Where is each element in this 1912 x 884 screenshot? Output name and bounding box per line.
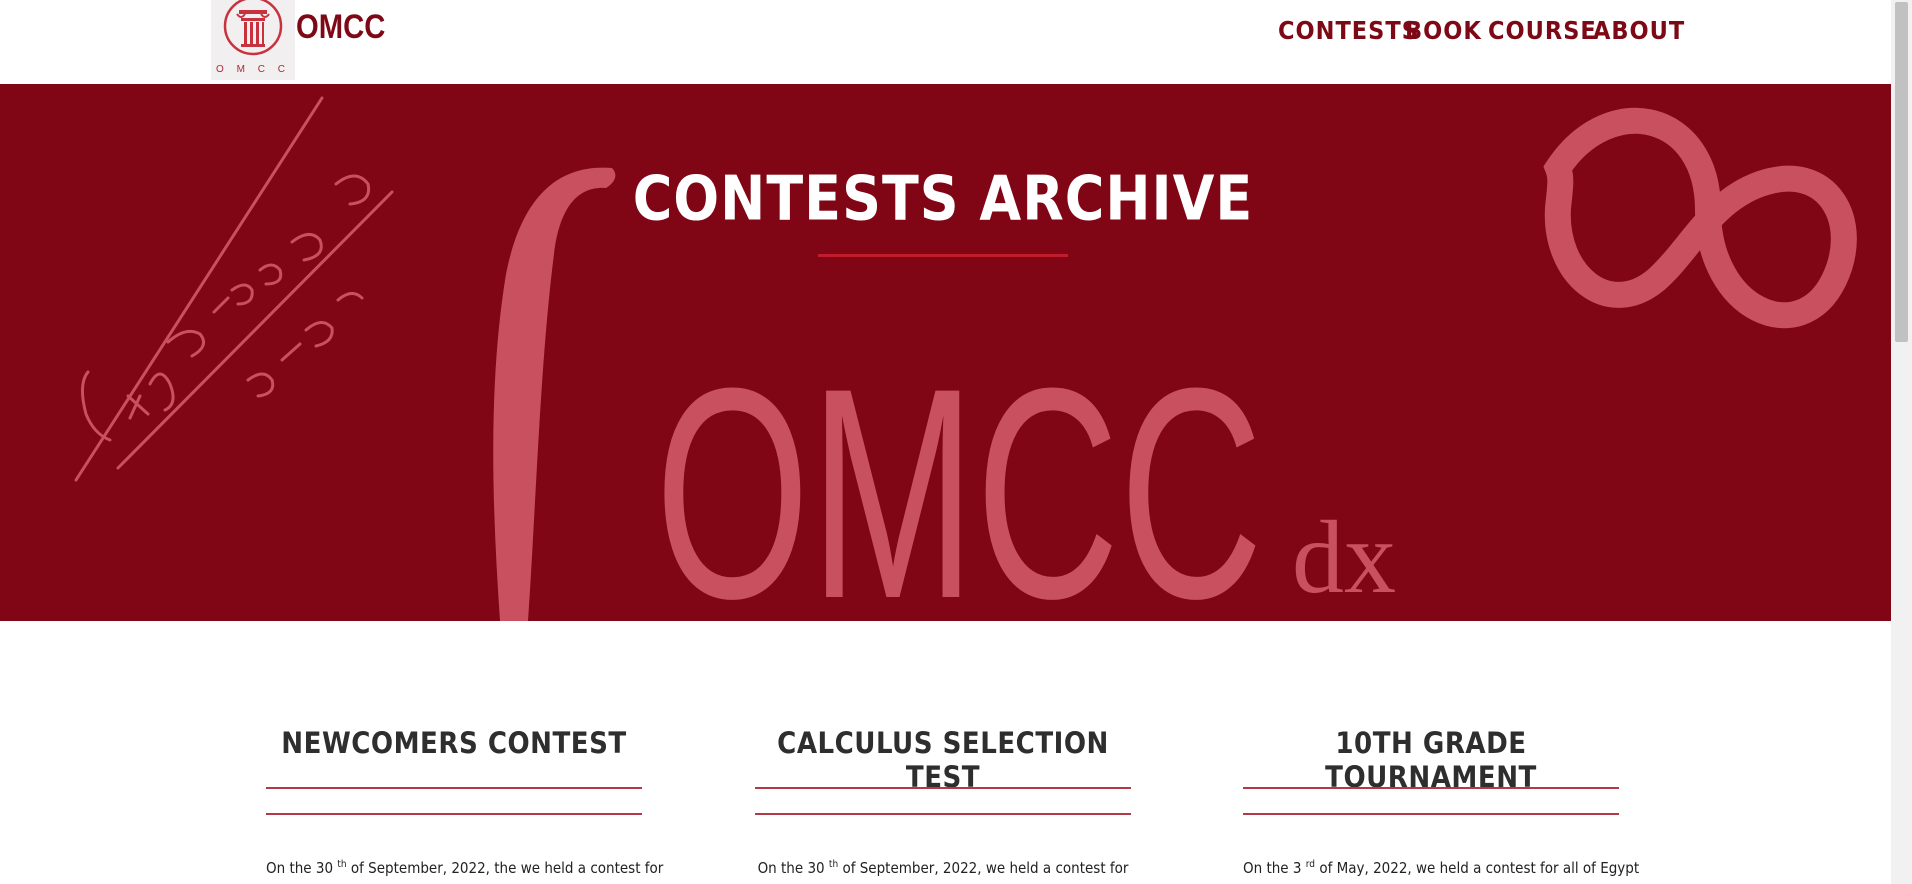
column-logo-icon xyxy=(223,0,283,56)
description-start: On the 30 xyxy=(266,859,334,877)
title-rule-bottom xyxy=(1243,813,1619,815)
contest-description: On the 3 rd of May, 2022, we held a cont… xyxy=(1243,859,1639,877)
title-rule-top xyxy=(1243,787,1619,789)
title-rule-top xyxy=(755,787,1131,789)
logo-caption: O M C C xyxy=(216,64,290,75)
contest-card-calculus[interactable]: CALCULUS SELECTION TEST On the 30 th of … xyxy=(755,726,1131,877)
brand-name[interactable]: OMCC xyxy=(296,8,385,47)
contest-title[interactable]: NEWCOMERS CONTEST xyxy=(266,726,642,760)
title-rule-top xyxy=(266,787,642,789)
title-rule-bottom xyxy=(755,813,1131,815)
ordinal-suffix: th xyxy=(337,859,347,870)
contest-description: On the 30 th of September, 2022, the we … xyxy=(266,859,663,877)
contest-card-newcomers[interactable]: NEWCOMERS CONTEST On the 30 th of Septem… xyxy=(266,726,663,877)
site-header: O M C C OMCC CONTESTS BOOK COURSE ABOUT xyxy=(0,0,1891,84)
ordinal-suffix: th xyxy=(828,859,839,870)
nav-about[interactable]: ABOUT xyxy=(1593,16,1685,45)
description-end: of September, 2022, the we held a contes… xyxy=(350,859,664,877)
title-rule-bottom xyxy=(266,813,642,815)
contest-card-10th-grade[interactable]: 10TH GRADE TOURNAMENT On the 3 rd of May… xyxy=(1243,726,1639,877)
page-scrollbar[interactable] xyxy=(1891,0,1912,884)
description-end: of September, 2022, we held a contest fo… xyxy=(842,859,1129,877)
contest-title[interactable]: CALCULUS SELECTION TEST xyxy=(755,726,1131,794)
scrollbar-thumb[interactable] xyxy=(1895,2,1908,342)
hero-banner: OMCC dx CONTESTS ARCHIVE xyxy=(0,84,1891,621)
contest-description: On the 30 th of September, 2022, we held… xyxy=(755,859,1131,877)
page-title: CONTESTS ARCHIVE xyxy=(632,163,1254,235)
site-logo[interactable]: O M C C xyxy=(211,0,295,80)
description-start: On the 3 xyxy=(1243,859,1302,877)
hero-watermark-text: OMCC xyxy=(655,325,1263,621)
description-end: of May, 2022, we held a contest for all … xyxy=(1319,859,1640,877)
description-start: On the 30 xyxy=(757,859,825,877)
title-underline xyxy=(818,254,1068,257)
handwritten-formula-icon xyxy=(74,96,394,482)
integral-sign-icon xyxy=(493,167,616,621)
hero-watermark-suffix: dx xyxy=(1292,500,1396,615)
nav-book[interactable]: BOOK xyxy=(1405,16,1482,45)
nav-course[interactable]: COURSE xyxy=(1488,16,1597,45)
ordinal-suffix: rd xyxy=(1305,859,1316,870)
nav-contests[interactable]: CONTESTS xyxy=(1278,16,1419,45)
contest-title[interactable]: 10TH GRADE TOURNAMENT xyxy=(1243,726,1619,794)
